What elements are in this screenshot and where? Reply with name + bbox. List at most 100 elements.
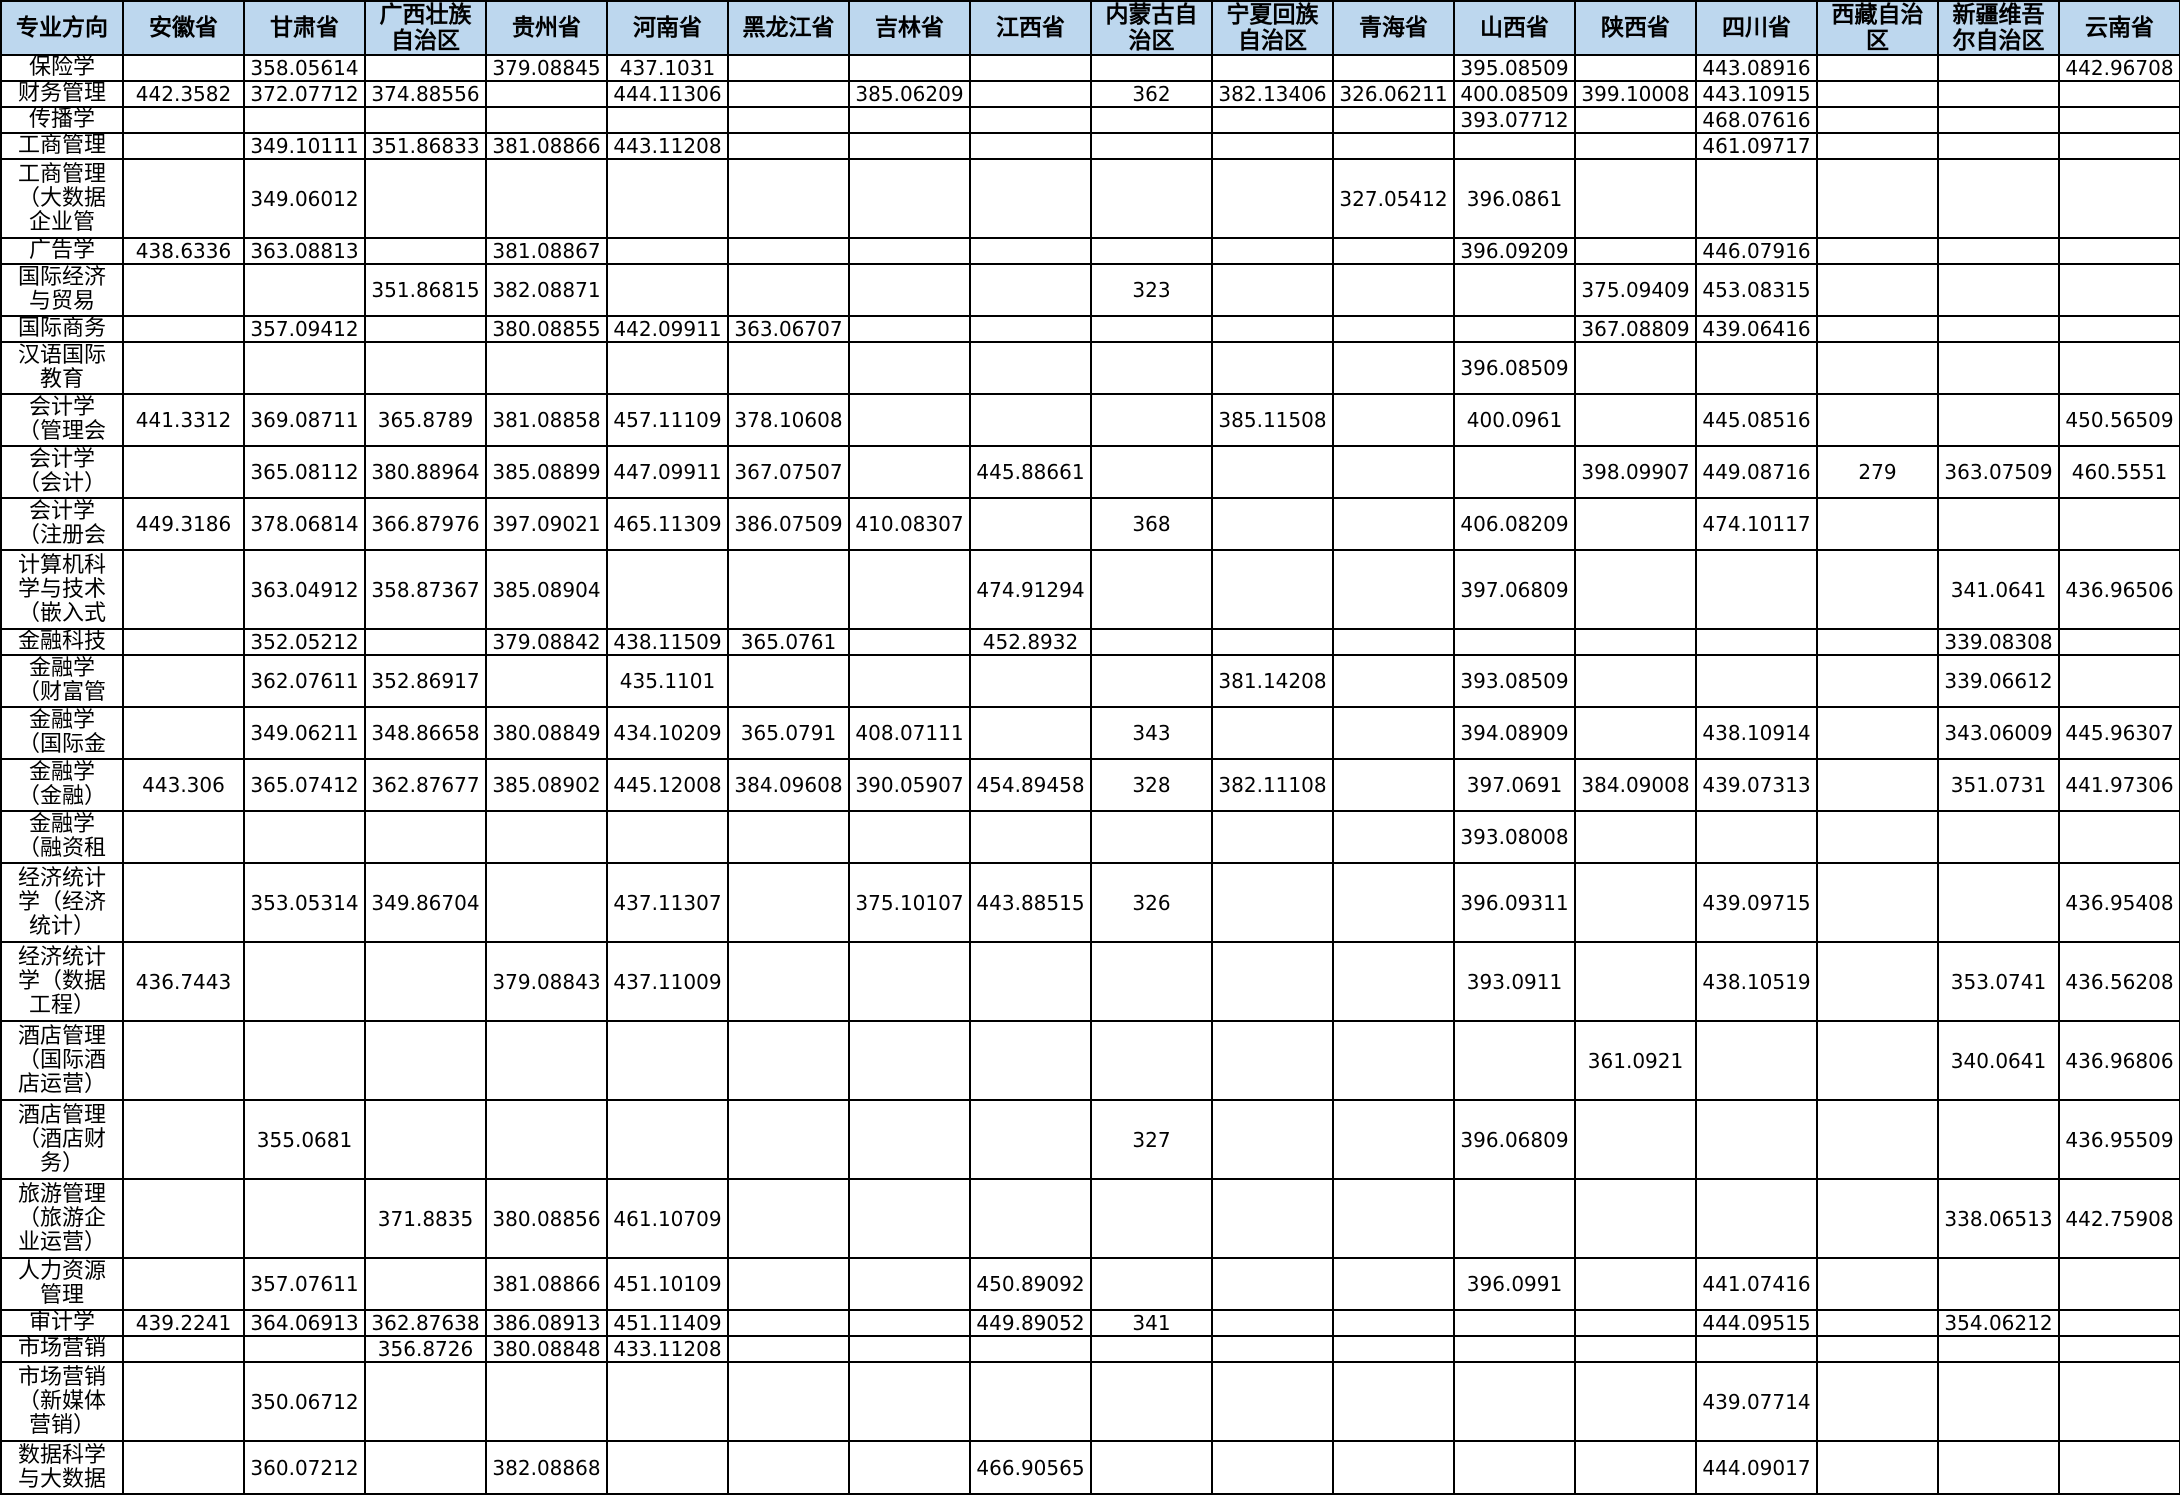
table-row: 金融学 （国际金 349.06211 348.86658 380.08849 434.1… <box>0 706 2180 760</box>
score-cell: 398.09907 <box>1574 445 1697 499</box>
score-cell <box>1090 654 1213 708</box>
score-cell <box>364 1020 487 1101</box>
score-cell: 396.09311 <box>1453 862 1576 943</box>
score-cell: 393.0911 <box>1453 941 1576 1022</box>
major-cell: 市场营销 （新媒体 营销） <box>0 1361 124 1442</box>
score-cell <box>364 1099 487 1180</box>
score-cell <box>1937 132 2060 160</box>
major-cell: 金融学 （金融） <box>0 758 124 812</box>
score-cell <box>364 810 487 864</box>
score-cell: 442.09911 <box>606 315 729 343</box>
score-cell: 365.08112 <box>243 445 366 499</box>
score-cell: 443.11208 <box>606 132 729 160</box>
score-cell <box>969 1020 1092 1101</box>
score-cell: 400.08509 <box>1453 80 1576 108</box>
score-cell <box>1816 263 1939 317</box>
score-cell: 436.95408 <box>2058 862 2180 943</box>
score-cell: 438.11509 <box>606 628 729 656</box>
score-cell <box>1816 1335 1939 1363</box>
score-cell <box>1574 941 1697 1022</box>
score-cell <box>1937 497 2060 551</box>
score-cell <box>2058 1309 2180 1337</box>
score-cell <box>1937 1440 2060 1495</box>
score-cell <box>1211 1257 1334 1311</box>
score-cell <box>1332 1309 1455 1337</box>
score-cell: 326.06211 <box>1332 80 1455 108</box>
score-cell <box>1695 628 1818 656</box>
score-cell <box>122 1335 245 1363</box>
score-cell <box>1211 1099 1334 1180</box>
score-cell <box>243 941 366 1022</box>
major-cell: 财务管理 <box>0 80 124 108</box>
major-cell: 国际经济 与贸易 <box>0 263 124 317</box>
score-cell <box>364 237 487 265</box>
score-cell: 349.06211 <box>243 706 366 760</box>
score-cell: 451.10109 <box>606 1257 729 1311</box>
score-cell: 368 <box>1090 497 1213 551</box>
score-cell: 436.96806 <box>2058 1020 2180 1101</box>
score-cell <box>1211 263 1334 317</box>
table-row: 数据科学 与大数据 360.07212 382.08868 466.90565 444.… <box>0 1440 2180 1495</box>
score-cell <box>606 106 729 134</box>
score-cell: 365.07412 <box>243 758 366 812</box>
score-cell: 386.07509 <box>727 497 850 551</box>
column-header-province: 黑龙江省 <box>727 0 850 56</box>
score-cell <box>1574 549 1697 630</box>
score-cell: 371.8835 <box>364 1178 487 1259</box>
score-cell <box>1816 549 1939 630</box>
score-cell <box>364 54 487 82</box>
score-cell: 449.89052 <box>969 1309 1092 1337</box>
score-cell: 390.05907 <box>848 758 971 812</box>
score-cell <box>364 106 487 134</box>
score-cell <box>727 1440 850 1495</box>
score-cell: 438.10519 <box>1695 941 1818 1022</box>
score-cell <box>2058 810 2180 864</box>
score-cell: 382.13406 <box>1211 80 1334 108</box>
score-cell: 365.8789 <box>364 393 487 447</box>
major-cell: 旅游管理 （旅游企 业运营） <box>0 1178 124 1259</box>
score-cell <box>1574 1361 1697 1442</box>
major-cell: 金融学 （财富管 <box>0 654 124 708</box>
score-cell <box>1211 1361 1334 1442</box>
score-cell <box>848 263 971 317</box>
score-cell: 279 <box>1816 445 1939 499</box>
score-cell <box>606 263 729 317</box>
score-cell: 351.0731 <box>1937 758 2060 812</box>
score-cell <box>1816 810 1939 864</box>
score-cell <box>1211 862 1334 943</box>
column-header-province: 内蒙古自 治区 <box>1090 0 1213 56</box>
score-cell: 378.06814 <box>243 497 366 551</box>
score-cell: 349.06012 <box>243 158 366 239</box>
score-cell: 369.08711 <box>243 393 366 447</box>
score-cell: 396.08509 <box>1453 341 1576 395</box>
table-row: 金融学 （融资租 393.08008 <box>0 810 2180 864</box>
score-cell: 439.07313 <box>1695 758 1818 812</box>
score-cell <box>1816 393 1939 447</box>
score-cell: 385.08904 <box>485 549 608 630</box>
score-cell <box>1695 654 1818 708</box>
score-cell <box>969 810 1092 864</box>
score-cell <box>727 1309 850 1337</box>
score-cell <box>727 106 850 134</box>
score-cell <box>485 654 608 708</box>
table-row: 经济统计 学（数据 工程） 436.7443 379.08843 437.11009 3… <box>0 941 2180 1022</box>
score-cell <box>1453 1440 1576 1495</box>
score-cell <box>1211 628 1334 656</box>
score-cell <box>1090 1020 1213 1101</box>
score-cell <box>1332 106 1455 134</box>
score-cell <box>727 941 850 1022</box>
score-cell <box>1937 263 2060 317</box>
score-cell <box>1937 862 2060 943</box>
score-cell <box>1816 1440 1939 1495</box>
score-cell <box>2058 341 2180 395</box>
table-row: 旅游管理 （旅游企 业运营） 371.8835 380.08856 461.10709… <box>0 1178 2180 1259</box>
score-cell: 339.06612 <box>1937 654 2060 708</box>
score-cell <box>122 315 245 343</box>
score-cell <box>122 654 245 708</box>
score-cell: 436.96506 <box>2058 549 2180 630</box>
score-cell <box>969 263 1092 317</box>
score-cell <box>1211 1020 1334 1101</box>
table-row: 市场营销 （新媒体 营销） 350.06712 439.07714 <box>0 1361 2180 1442</box>
score-cell <box>1090 106 1213 134</box>
header-row: 专业方向 安徽省 甘肃省 广西壮族 自治区 贵州省 河南省 黑龙江省 吉林省 江西省 内蒙古自 治… <box>0 0 2180 56</box>
